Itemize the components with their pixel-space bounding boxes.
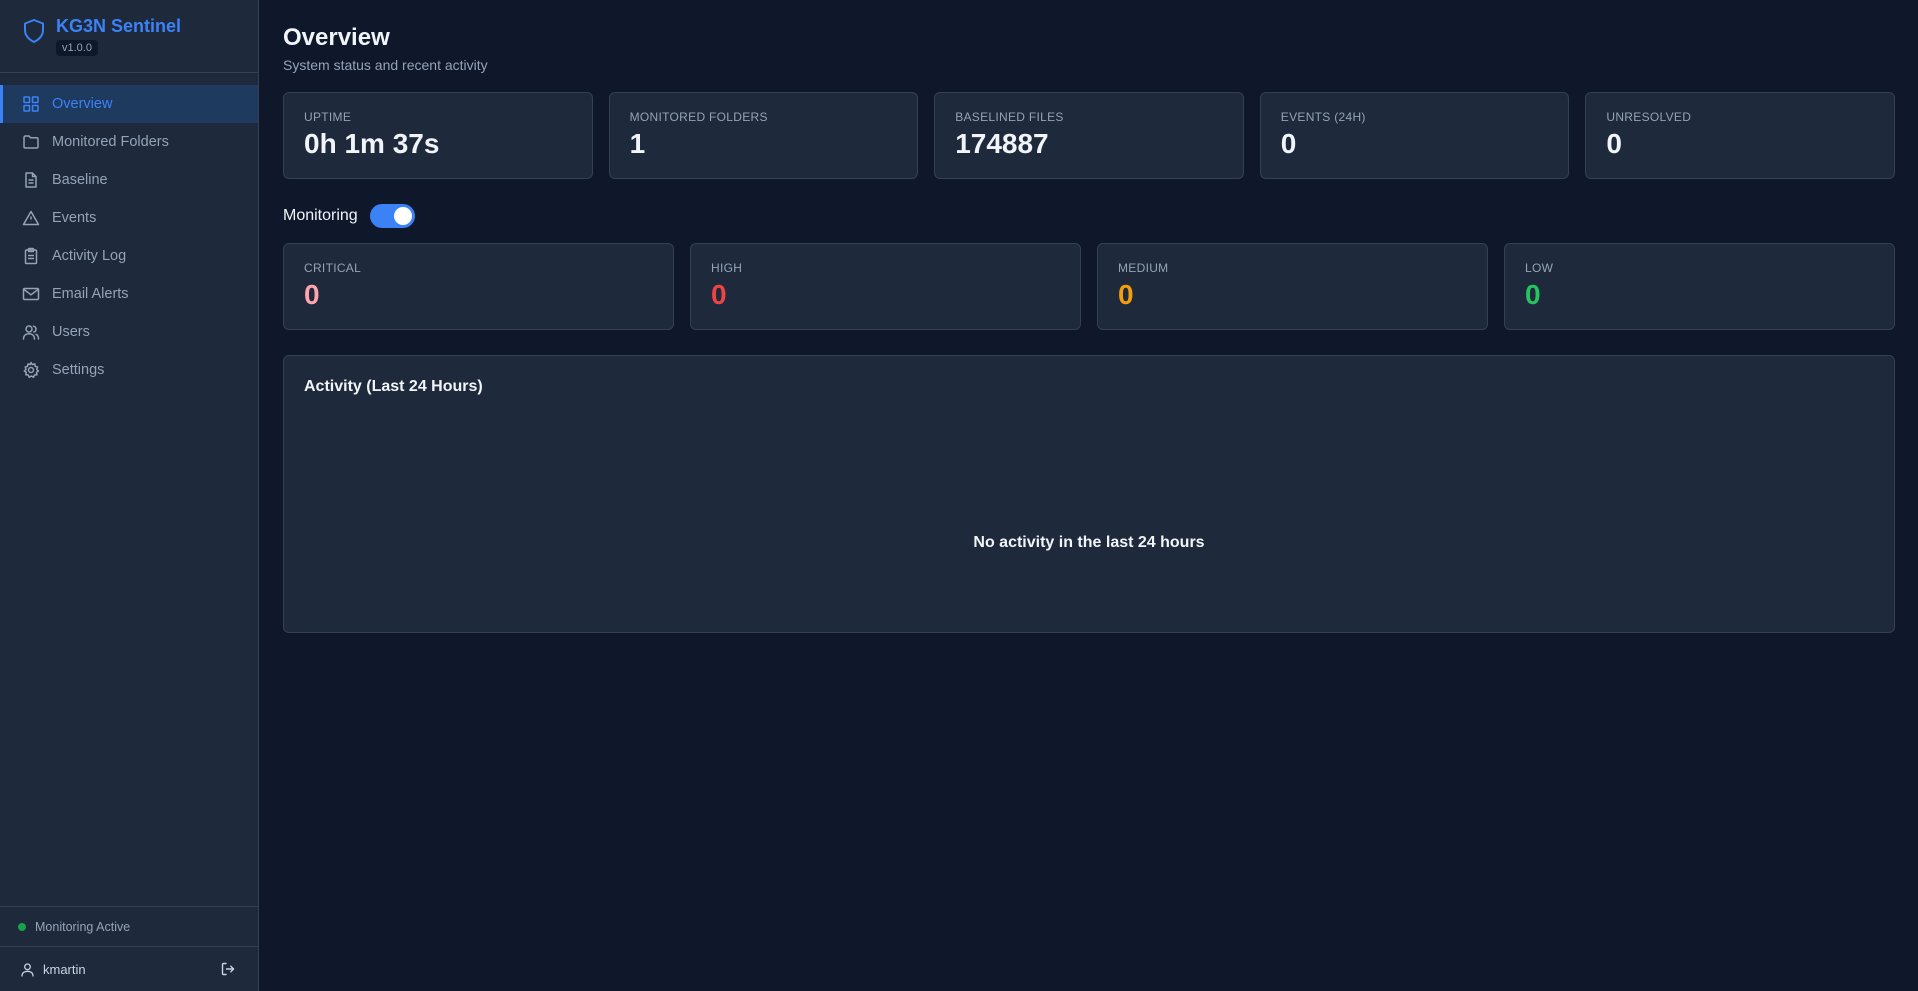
stat-value: 1 <box>629 128 646 159</box>
sidebar-footer: Monitoring Active kmartin <box>0 906 258 991</box>
sidebar-item-users[interactable]: Users <box>0 313 258 351</box>
version-badge: v1.0.0 <box>56 40 98 56</box>
sidebar-item-baseline[interactable]: Baseline <box>0 161 258 199</box>
severity-label: CRITICAL <box>304 261 362 275</box>
stat-label: UPTIME <box>304 110 352 124</box>
mail-icon <box>22 285 40 303</box>
users-icon <box>22 323 40 341</box>
severity-label: MEDIUM <box>1118 261 1169 275</box>
severity-card-low: LOW 0 <box>1504 243 1895 330</box>
folder-icon <box>22 133 40 151</box>
monitoring-status: Monitoring Active <box>0 906 258 946</box>
sidebar-item-label: Activity Log <box>52 248 127 264</box>
brand-title: KG3N Sentinel <box>56 16 182 36</box>
sidebar-item-label: Settings <box>52 362 105 378</box>
stat-card-uptime: UPTIME 0h 1m 37s <box>283 92 593 179</box>
stat-card-monitored-folders: MONITORED FOLDERS 1 <box>608 92 919 179</box>
page-subtitle: System status and recent activity <box>283 57 488 73</box>
logout-icon[interactable] <box>220 961 236 977</box>
sidebar-item-settings[interactable]: Settings <box>0 351 258 389</box>
sidebar-item-activity-log[interactable]: Activity Log <box>0 237 258 275</box>
sidebar-nav: Overview Monitored Folders Baseline Even… <box>0 73 258 389</box>
status-text: Monitoring Active <box>35 919 131 934</box>
stat-label: BASELINED FILES <box>955 110 1064 124</box>
severity-value: 0 <box>711 279 727 310</box>
stat-value: 0 <box>1280 128 1297 159</box>
severity-value: 0 <box>304 279 320 310</box>
stat-value: 0 <box>1606 128 1622 159</box>
severity-label: LOW <box>1525 261 1554 275</box>
empty-state-message: No activity in the last 24 hours <box>973 534 1205 551</box>
monitoring-control: Monitoring <box>283 204 1895 228</box>
user-row: kmartin <box>0 946 258 991</box>
stat-card-events-24h: EVENTS (24H) 0 <box>1259 92 1570 179</box>
main-content: Overview System status and recent activi… <box>259 0 1918 991</box>
shield-icon <box>22 18 46 44</box>
sidebar-item-overview[interactable]: Overview <box>0 85 258 123</box>
monitoring-label: Monitoring <box>283 207 358 224</box>
stat-cards: UPTIME 0h 1m 37s MONITORED FOLDERS 1 BAS… <box>283 92 1895 179</box>
severity-card-medium: MEDIUM 0 <box>1097 243 1488 330</box>
gear-icon <box>22 361 40 379</box>
brand: KG3N Sentinel v1.0.0 <box>0 0 258 73</box>
activity-panel: Activity (Last 24 Hours) No activity in … <box>283 355 1895 633</box>
sidebar-item-events[interactable]: Events <box>0 199 258 237</box>
stat-value: 174887 <box>955 128 1049 159</box>
severity-cards: CRITICAL 0 HIGH 0 MEDIUM 0 LOW 0 <box>283 243 1895 330</box>
username: kmartin <box>43 961 86 977</box>
page-title: Overview <box>283 24 390 51</box>
activity-title: Activity (Last 24 Hours) <box>304 378 483 395</box>
stat-label: UNRESOLVED <box>1606 110 1692 124</box>
stat-label: MONITORED FOLDERS <box>629 110 768 124</box>
clipboard-icon <box>22 247 40 265</box>
sidebar-item-label: Overview <box>52 96 113 112</box>
severity-value: 0 <box>1118 279 1134 310</box>
severity-value: 0 <box>1525 279 1541 310</box>
file-icon <box>22 171 40 189</box>
warning-icon <box>22 209 40 227</box>
stat-value: 0h 1m 37s <box>304 128 440 159</box>
app: KG3N Sentinel v1.0.0 Overview Monitored … <box>0 0 1918 991</box>
status-dot <box>18 922 26 931</box>
sidebar-item-label: Email Alerts <box>52 286 129 302</box>
sidebar-item-monitored-folders[interactable]: Monitored Folders <box>0 123 258 161</box>
stat-card-unresolved: UNRESOLVED 0 <box>1585 92 1895 179</box>
sidebar-item-label: Baseline <box>52 172 108 188</box>
sidebar: KG3N Sentinel v1.0.0 Overview Monitored … <box>0 0 259 991</box>
severity-label: HIGH <box>711 261 743 275</box>
sidebar-item-label: Users <box>52 324 90 340</box>
severity-card-high: HIGH 0 <box>690 243 1081 330</box>
stat-card-baselined-files: BASELINED FILES 174887 <box>934 92 1244 179</box>
severity-card-critical: CRITICAL 0 <box>283 243 674 330</box>
sidebar-item-label: Monitored Folders <box>52 134 169 150</box>
monitoring-toggle[interactable] <box>369 204 415 228</box>
grid-icon <box>22 95 40 113</box>
user-icon <box>20 962 35 977</box>
stat-label: EVENTS (24H) <box>1280 110 1366 124</box>
toggle-knob <box>393 207 412 225</box>
sidebar-item-email-alerts[interactable]: Email Alerts <box>0 275 258 313</box>
sidebar-item-label: Events <box>52 210 97 226</box>
